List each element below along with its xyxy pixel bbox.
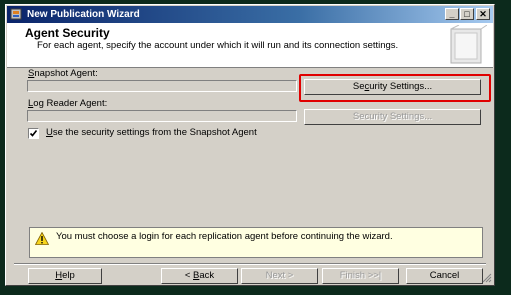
use-snapshot-settings-label[interactable]: Use the security settings from the Snaps… — [46, 127, 257, 138]
minimize-button[interactable]: _ — [445, 8, 459, 20]
back-button[interactable]: < Back — [161, 268, 238, 284]
finish-button: Finish >>| — [322, 268, 399, 284]
maximize-button[interactable]: □ — [460, 8, 474, 20]
log-reader-agent-label: Log Reader Agent: — [28, 98, 108, 109]
snapshot-agent-label: Snapshot Agent: — [28, 68, 98, 79]
warning-text: You must choose a login for each replica… — [56, 231, 393, 242]
use-snapshot-settings-checkbox[interactable] — [28, 128, 39, 139]
resize-grip-icon[interactable] — [482, 273, 492, 283]
next-button: Next > — [241, 268, 318, 284]
app-icon — [10, 8, 22, 20]
page-title: Agent Security — [25, 26, 110, 40]
header-panel: Agent Security For each agent, specify t… — [7, 23, 493, 68]
warning-panel: You must choose a login for each replica… — [29, 227, 483, 258]
title-bar[interactable]: New Publication Wizard _ □ ✕ — [7, 6, 493, 23]
checkmark-icon — [29, 130, 38, 137]
log-reader-agent-field — [27, 110, 297, 122]
page-subtitle: For each agent, specify the account unde… — [37, 40, 399, 51]
log-reader-security-settings-button: Security Settings... — [304, 109, 481, 125]
close-button[interactable]: ✕ — [476, 8, 490, 20]
wizard-window: New Publication Wizard _ □ ✕ Agent Secur… — [5, 4, 495, 286]
warning-icon — [35, 232, 49, 245]
snapshot-agent-field[interactable] — [27, 80, 297, 92]
help-button[interactable]: Help — [28, 268, 102, 284]
cancel-button[interactable]: Cancel — [406, 268, 483, 284]
wizard-graphic-icon — [450, 25, 487, 64]
footer-separator — [14, 263, 486, 265]
highlight-box — [299, 74, 491, 102]
window-title: New Publication Wizard — [27, 9, 140, 20]
